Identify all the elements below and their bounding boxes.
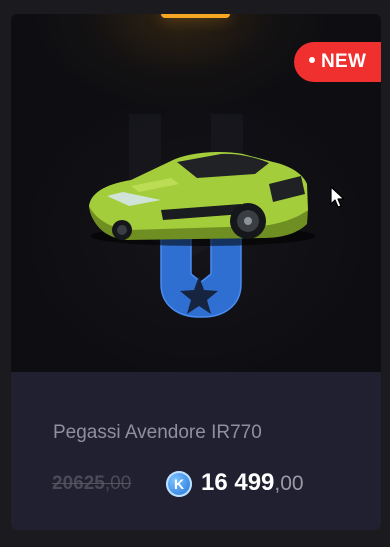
old-price: 20625,00 [52,473,131,495]
current-price-integer: 16 499 [201,469,275,496]
product-image-area: NEW [11,14,381,372]
new-badge-label: NEW [321,51,367,72]
badge-dot-icon [309,56,315,63]
current-price: 16 499,00 [201,469,304,497]
product-card[interactable]: NEW Pegassi Avendore IR770 20625,00 K 16… [11,14,381,530]
old-price-integer: 20625 [52,473,105,494]
item-name: Pegassi Avendore IR770 [53,422,262,443]
k-coin-icon: K [166,471,192,497]
car-image [89,152,315,246]
coin-letter: K [173,476,185,492]
product-info: Pegassi Avendore IR770 20625,00 K 16 499… [11,372,381,530]
current-price-decimal: ,00 [274,472,304,495]
page: NEW Pegassi Avendore IR770 20625,00 K 16… [0,0,390,547]
mouse-pointer-icon [330,186,345,208]
old-price-decimal: ,00 [104,473,132,494]
new-badge: NEW [294,42,381,82]
